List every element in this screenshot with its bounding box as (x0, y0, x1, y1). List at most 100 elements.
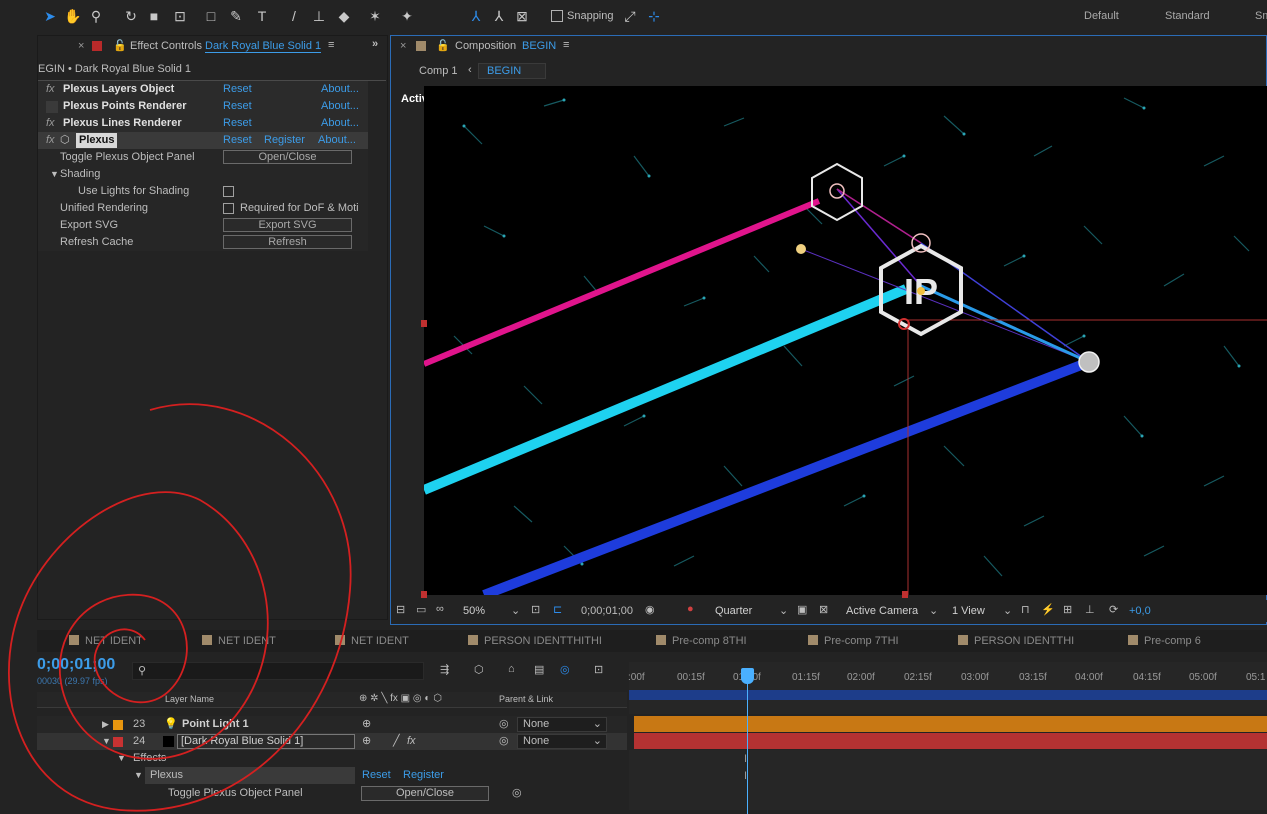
playhead-line[interactable] (747, 670, 748, 814)
reset-link[interactable]: Reset (223, 115, 252, 132)
fx-switch-icon[interactable]: fx (407, 733, 416, 750)
frame-blending-icon[interactable]: ▤ (534, 663, 544, 676)
close-icon[interactable]: × (400, 40, 406, 52)
chevron-down-icon[interactable]: ⌄ (511, 604, 520, 617)
fx-icon[interactable]: fx (46, 115, 55, 132)
shy-layers-icon[interactable]: ⌂ (508, 663, 515, 675)
fx-disabled-icon[interactable] (46, 101, 58, 113)
about-link[interactable]: About... (318, 132, 356, 149)
export-svg-button[interactable]: Export SVG (223, 218, 352, 232)
effect-row-plexus[interactable]: fx ⬡ Plexus Reset Register About... (38, 132, 368, 149)
tab-person-identthi[interactable]: PERSON IDENTTHI (958, 635, 1074, 647)
snapshot-icon[interactable]: ◉ (645, 603, 655, 616)
timeline-icon[interactable]: ⊞ (1063, 603, 1072, 616)
comp-breadcrumb-current[interactable]: BEGIN (478, 63, 546, 79)
tab-pre-comp-6[interactable]: Pre-comp 6 (1128, 635, 1201, 647)
chevron-left-icon[interactable]: ‹ (468, 64, 472, 76)
lock-icon[interactable]: 🔓 (436, 39, 450, 52)
effect-name[interactable]: Plexus (76, 133, 118, 148)
eraser-tool-icon[interactable]: ◆ (335, 7, 353, 25)
refresh-button[interactable]: Refresh (223, 235, 352, 249)
zoom-value[interactable]: 50% (463, 605, 485, 617)
draft-3d-icon[interactable]: ⬡ (474, 663, 484, 676)
playhead-handle[interactable] (741, 668, 754, 684)
panel-menu-icon[interactable]: ≡ (563, 39, 569, 51)
camera-dropdown[interactable]: Active Camera (846, 605, 918, 617)
layer-handle[interactable] (421, 320, 427, 327)
chevron-down-icon[interactable]: ⌄ (1003, 604, 1012, 617)
zoom-tool-icon[interactable]: ⚲ (87, 7, 105, 25)
clone-stamp-tool-icon[interactable]: ⊥ (310, 7, 328, 25)
panel-menu-icon[interactable]: ≡ (328, 39, 334, 51)
view-axis-icon[interactable]: ⊠ (513, 7, 531, 25)
monitor-icon[interactable]: ▭ (416, 603, 426, 616)
vr-icon[interactable]: ∞ (436, 603, 444, 615)
workspace-small[interactable]: Sm (1255, 10, 1267, 22)
effect-row-plexus-points-renderer[interactable]: Plexus Points Renderer Reset About... (38, 98, 368, 115)
about-link[interactable]: About... (321, 98, 359, 115)
prop-group-shading[interactable]: ▼ Shading (38, 166, 368, 183)
transparency-grid-icon[interactable]: ⊠ (819, 603, 828, 616)
track-bar-point-light[interactable] (634, 716, 1267, 732)
col-parent[interactable]: Parent & Link (499, 694, 553, 704)
puppet-pin-tool-icon[interactable]: ✦ (398, 7, 416, 25)
reset-link[interactable]: Reset (223, 98, 252, 115)
motion-blur-icon[interactable]: ◎ (560, 663, 570, 676)
tab-pre-comp-8thi[interactable]: Pre-comp 8THI (656, 635, 747, 647)
expand-panels-icon[interactable]: » (372, 38, 378, 50)
track-bar-solid[interactable] (634, 733, 1267, 749)
hand-tool-icon[interactable]: ✋ (64, 7, 82, 25)
exposure-icon[interactable]: ⟳ (1109, 603, 1118, 616)
selection-tool-icon[interactable]: ➤ (41, 7, 59, 25)
local-axis-icon[interactable]: ⅄ (467, 7, 485, 25)
chevron-down-icon[interactable]: ⌄ (929, 604, 938, 617)
pickwhip-icon[interactable]: ◎ (499, 716, 509, 733)
brush-tool-icon[interactable]: / (285, 7, 303, 25)
parent-dropdown[interactable]: None ⌄ (517, 734, 607, 749)
pickwhip-icon[interactable]: ◎ (499, 733, 509, 750)
effect-row-plexus-layers-object[interactable]: fx Plexus Layers Object Reset About... (38, 81, 368, 98)
pen-tool-icon[interactable]: ✎ (227, 7, 245, 25)
effect-row-plexus-lines-renderer[interactable]: fx Plexus Lines Renderer Reset About... (38, 115, 368, 132)
register-link[interactable]: Register (264, 132, 305, 149)
use-lights-checkbox[interactable] (223, 186, 234, 197)
toggle-pixel-icon[interactable]: ⊓ (1021, 603, 1030, 616)
layer-handle[interactable] (421, 591, 427, 598)
snapping-checkbox[interactable] (551, 10, 563, 22)
graph-editor-icon[interactable]: ⊡ (594, 663, 603, 676)
tab-pre-comp-7thi[interactable]: Pre-comp 7THI (808, 635, 899, 647)
composition-viewer[interactable]: IP (424, 86, 1267, 595)
resolution-dropdown[interactable]: Quarter (715, 605, 752, 617)
exposure-value[interactable]: +0,0 (1129, 605, 1151, 617)
camera-tool-icon[interactable]: ■ (145, 7, 163, 25)
fx-icon[interactable]: fx (46, 81, 55, 98)
chevron-down-icon[interactable]: ▼ (50, 166, 59, 183)
current-time[interactable]: 0;00;01;00 (581, 605, 633, 617)
workspace-default[interactable]: Default (1084, 10, 1119, 22)
unified-rendering-checkbox[interactable] (223, 203, 234, 214)
register-link[interactable]: Register (403, 767, 444, 784)
quality-switch-icon[interactable]: ╱ (393, 733, 400, 750)
rotate-tool-icon[interactable]: ↻ (122, 7, 140, 25)
chevron-down-icon[interactable]: ⌄ (779, 604, 788, 617)
lock-icon[interactable]: 🔓 (113, 39, 127, 52)
comp-name-link[interactable]: BEGIN (522, 40, 556, 52)
open-close-button[interactable]: Open/Close (223, 150, 352, 164)
close-icon[interactable]: × (78, 40, 84, 52)
work-area-bar[interactable] (629, 690, 1267, 700)
always-preview-icon[interactable]: ⊟ (396, 603, 405, 616)
rectangle-tool-icon[interactable]: □ (202, 7, 220, 25)
reset-link[interactable]: Reset (223, 132, 252, 149)
snap-features-icon[interactable]: ⊹ (645, 7, 663, 25)
fx-icon[interactable]: fx (46, 132, 55, 149)
parent-dropdown[interactable]: None ⌄ (517, 717, 607, 732)
roi-icon[interactable]: ▣ (797, 603, 807, 616)
type-tool-icon[interactable]: T (253, 7, 271, 25)
fit-icon[interactable]: ⊡ (531, 603, 540, 616)
about-link[interactable]: About... (321, 115, 359, 132)
layer-handle[interactable] (902, 591, 908, 598)
snap-edges-icon[interactable]: ⤢ (621, 7, 639, 25)
world-axis-icon[interactable]: ⅄ (490, 7, 508, 25)
channels-icon[interactable]: ● (687, 603, 694, 615)
roto-brush-tool-icon[interactable]: ✶ (366, 7, 384, 25)
